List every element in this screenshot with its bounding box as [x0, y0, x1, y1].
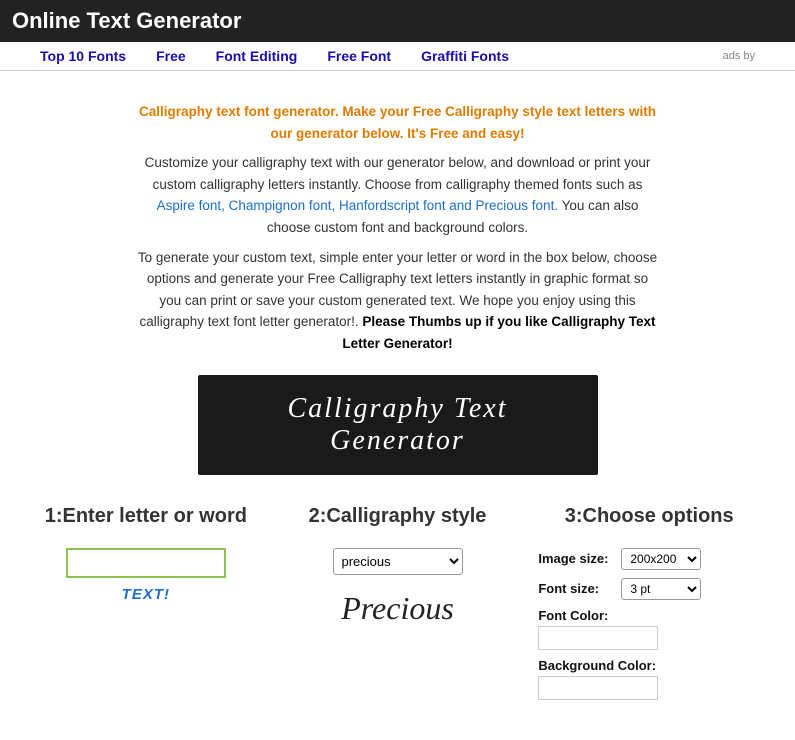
ads-label: ads by — [723, 50, 755, 62]
banner-text: Calligraphy Text Generator — [218, 393, 578, 457]
navbar: Top 10 Fonts Free Font Editing Free Font… — [0, 42, 795, 71]
font-color-row: Font Color: — [538, 608, 760, 650]
col-style: 2:Calligraphy style precious aspire cham… — [272, 495, 524, 718]
font-size-label: Font size: — [538, 581, 613, 596]
image-size-label: Image size: — [538, 551, 613, 566]
bg-color-input[interactable] — [538, 676, 658, 700]
options-area: Image size: 200x200 400x400 600x600 Font… — [538, 548, 760, 700]
description-block: Calligraphy text font generator. Make yo… — [138, 101, 658, 355]
image-size-row: Image size: 200x200 400x400 600x600 — [538, 548, 760, 570]
bg-color-label: Background Color: — [538, 658, 760, 673]
main-content: Calligraphy text font generator. Make yo… — [0, 71, 795, 728]
bg-color-row: Background Color: — [538, 658, 760, 700]
image-size-select[interactable]: 200x200 400x400 600x600 — [621, 548, 701, 570]
page-header: Online Text Generator — [0, 0, 795, 42]
font-preview: Precious — [341, 590, 454, 627]
text-preview: TEXT! — [122, 586, 170, 603]
generator-columns: 1:Enter letter or word TEXT! 2:Calligrap… — [20, 495, 775, 718]
banner-area: Calligraphy Text Generator — [198, 375, 598, 475]
col-options: 3:Choose options Image size: 200x200 400… — [523, 495, 775, 718]
font-size-select[interactable]: 1 pt 2 pt 3 pt 4 pt 5 pt — [621, 578, 701, 600]
col2-select-area: precious aspire champignon hanfordscript… — [287, 548, 509, 627]
nav-free[interactable]: Free — [156, 48, 186, 64]
nav-free-font[interactable]: Free Font — [327, 48, 391, 64]
nav-top10[interactable]: Top 10 Fonts — [40, 48, 126, 64]
col2-header: 2:Calligraphy style — [287, 505, 509, 528]
desc-line3-bold: Please Thumbs up if you like Calligraphy… — [342, 314, 655, 351]
style-select[interactable]: precious aspire champignon hanfordscript — [333, 548, 463, 575]
col1-input-area: TEXT! — [35, 548, 257, 603]
desc-line2-start: Customize your calligraphy text with our… — [145, 155, 651, 192]
nav-font-editing[interactable]: Font Editing — [216, 48, 298, 64]
font-color-label: Font Color: — [538, 608, 760, 623]
page-title: Online Text Generator — [12, 8, 241, 33]
font-color-input[interactable] — [538, 626, 658, 650]
desc-line2-links: Aspire font, Champignon font, Hanfordscr… — [157, 198, 558, 213]
col3-header: 3:Choose options — [538, 505, 760, 528]
col1-header: 1:Enter letter or word — [35, 505, 257, 528]
text-input[interactable] — [66, 548, 226, 578]
font-size-row: Font size: 1 pt 2 pt 3 pt 4 pt 5 pt — [538, 578, 760, 600]
nav-graffiti[interactable]: Graffiti Fonts — [421, 48, 509, 64]
col-enter-text: 1:Enter letter or word TEXT! — [20, 495, 272, 718]
desc-line1: Calligraphy text font generator. Make yo… — [139, 104, 656, 141]
